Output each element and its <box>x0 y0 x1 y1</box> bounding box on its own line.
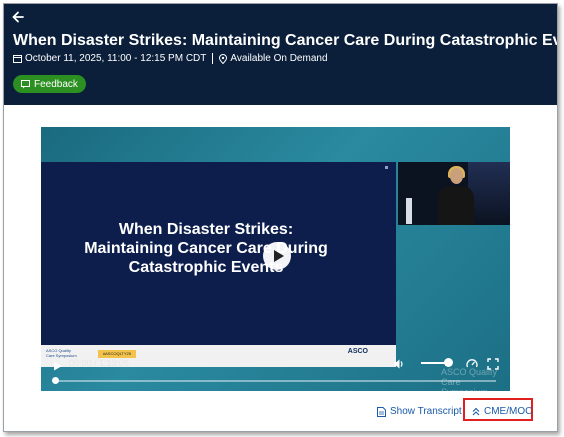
document-icon <box>377 406 386 417</box>
symposium-watermark: ASCO Quality Care Symposium <box>441 367 510 391</box>
symposium-logo: ASCO Quality Care Symposium <box>46 348 77 358</box>
arrow-left-icon[interactable] <box>11 10 29 28</box>
speaker-head <box>450 168 463 184</box>
video-player[interactable]: When Disaster Strikes: Maintaining Cance… <box>41 127 510 391</box>
volume-icon[interactable] <box>393 357 405 369</box>
page-frame: When Disaster Strikes: Maintaining Cance… <box>3 3 558 432</box>
speaker-video <box>398 162 510 225</box>
play-icon[interactable] <box>53 358 63 371</box>
session-header: When Disaster Strikes: Maintaining Cance… <box>4 4 557 105</box>
session-meta: October 11, 2025, 11:00 - 12:15 PM CDT A… <box>13 53 328 64</box>
slide-title-line: When Disaster Strikes: <box>118 221 294 238</box>
slide-title: When Disaster Strikes: Maintaining Cance… <box>41 220 371 277</box>
calendar-icon <box>13 55 22 63</box>
session-date: October 11, 2025, 11:00 - 12:15 PM CDT <box>25 53 207 64</box>
volume-slider-handle[interactable] <box>444 358 453 367</box>
speaker-body <box>438 186 474 225</box>
show-transcript-button[interactable]: Show Transcript <box>377 406 462 417</box>
slide-title-line: Catastrophic Events <box>128 259 284 276</box>
stage-light <box>468 162 510 225</box>
hashtag-badge: #ASCOQLTY25 <box>98 350 136 358</box>
slide-marker <box>385 166 388 169</box>
feedback-button[interactable]: Feedback <box>13 75 86 93</box>
location-pin-icon <box>219 53 228 64</box>
chevron-double-up-icon <box>472 407 480 416</box>
chair <box>406 198 412 224</box>
cme-moc-button[interactable]: CME/MOC <box>472 406 532 417</box>
meta-divider <box>212 53 214 64</box>
seek-handle[interactable] <box>52 377 59 384</box>
cme-moc-label: CME/MOC <box>484 406 533 417</box>
session-location: Available On Demand <box>230 53 328 64</box>
slide-title-line: Maintaining Cancer Care During <box>84 240 328 257</box>
feedback-label: Feedback <box>34 78 78 90</box>
presentation-slide: When Disaster Strikes: Maintaining Cance… <box>41 162 396 367</box>
play-overlay-button[interactable] <box>263 242 291 270</box>
fullscreen-icon[interactable] <box>487 357 499 370</box>
speed-gauge-icon[interactable] <box>466 357 478 369</box>
feedback-icon <box>21 79 30 88</box>
session-title: When Disaster Strikes: Maintaining Cance… <box>13 32 558 49</box>
time-display: 00:00 / 1:13:06 <box>69 358 130 368</box>
show-transcript-label: Show Transcript <box>390 406 462 417</box>
seek-bar[interactable] <box>56 380 496 382</box>
asco-logo: ASCO <box>347 348 368 355</box>
